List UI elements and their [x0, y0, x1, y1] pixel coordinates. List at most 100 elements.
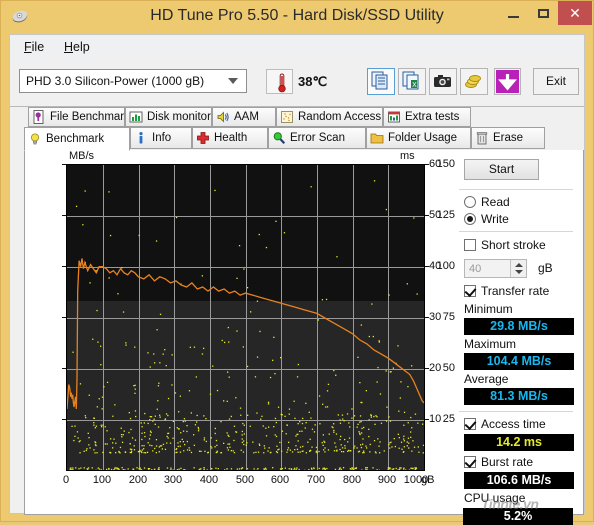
tab-folder-usage[interactable]: Folder Usage	[366, 127, 471, 149]
plot-area	[66, 164, 425, 471]
tab-label: AAM	[234, 111, 259, 123]
transfer-rate-label: Transfer rate	[481, 284, 549, 298]
spinner-down-icon	[515, 270, 523, 274]
burst-rate-value: 106.6 MB/s	[464, 472, 574, 489]
tab-erase[interactable]: Erase	[471, 127, 545, 149]
chevron-down-icon	[228, 78, 238, 84]
app-window: HD Tune Pro 5.50 - Hard Disk/SSD Utility…	[0, 0, 594, 522]
x-tick: 200	[118, 474, 158, 486]
tab-label: Extra tests	[405, 111, 459, 123]
burst-rate-checkbox-indicator	[464, 456, 476, 468]
tab-strip: File Benchmark Disk monitor	[10, 106, 584, 152]
short-stroke-label: Short stroke	[481, 238, 546, 252]
tab-error-scan[interactable]: Error Scan	[268, 127, 366, 149]
camera-icon[interactable]	[429, 68, 457, 95]
checkbox-transfer-rate[interactable]: Transfer rate	[464, 284, 549, 298]
maximum-value: 104.4 MB/s	[464, 353, 574, 370]
maximum-label: Maximum	[464, 337, 516, 351]
short-stroke-value: 40	[469, 263, 481, 275]
menu-bar: File Help	[10, 35, 584, 60]
folder-icon	[370, 131, 384, 145]
access-time-checkbox-indicator	[464, 418, 476, 430]
average-label: Average	[464, 372, 508, 386]
benchmark-chart: MB/s ms 150 125 100 75 50 25 60 50 40	[25, 150, 455, 513]
drive-select-value: PHD 3.0 Silicon-Power (1000 gB)	[26, 74, 204, 88]
burst-rate-label: Burst rate	[481, 455, 533, 469]
access-time-value: 14.2 ms	[464, 434, 574, 451]
short-stroke-spinner[interactable]: 40	[464, 259, 527, 278]
close-button[interactable]: ✕	[558, 1, 592, 25]
x-tick: 500	[225, 474, 265, 486]
radio-write-label: Write	[481, 212, 509, 226]
client-area: File Help PHD 3.0 Silicon-Power (1000 gB…	[9, 34, 585, 514]
y-axis-unit-left: MB/s	[69, 150, 94, 162]
tab-label: Erase	[493, 132, 523, 144]
x-tick: 600	[260, 474, 300, 486]
drive-select[interactable]: PHD 3.0 Silicon-Power (1000 gB)	[19, 69, 247, 93]
tab-label: File Benchmark	[50, 111, 130, 123]
watermark: Tinhte.vn	[481, 496, 538, 512]
random-access-icon	[280, 110, 294, 124]
toolbar: PHD 3.0 Silicon-Power (1000 gB) 38℃	[10, 59, 584, 107]
magnifier-icon	[272, 131, 286, 145]
x-tick: 400	[189, 474, 229, 486]
menu-item-help[interactable]: Help	[58, 39, 96, 55]
extra-tests-icon	[387, 110, 401, 124]
y-axis-unit-right: ms	[400, 150, 415, 162]
tab-label: Benchmark	[46, 133, 104, 145]
tab-info[interactable]: Info	[130, 127, 192, 149]
tab-label: Error Scan	[290, 132, 345, 144]
download-arrow-icon[interactable]	[494, 68, 521, 95]
start-button[interactable]: Start	[464, 159, 539, 180]
tab-disk-monitor[interactable]: Disk monitor	[125, 107, 212, 127]
coins-icon[interactable]	[460, 68, 488, 95]
exit-button[interactable]: Exit	[533, 68, 579, 95]
temperature-indicator	[266, 69, 293, 94]
menu-file-rest: ile	[32, 40, 45, 54]
x-tick: 0	[46, 474, 86, 486]
short-stroke-checkbox-indicator	[464, 239, 476, 251]
tab-extra-tests[interactable]: Extra tests	[383, 107, 471, 127]
copy-icon[interactable]	[367, 68, 395, 95]
minimum-label: Minimum	[464, 302, 513, 316]
lightbulb-icon	[28, 132, 42, 146]
radio-read[interactable]: Read	[464, 195, 510, 209]
speaker-icon	[216, 110, 230, 124]
spinner-buttons[interactable]	[510, 260, 526, 277]
tab-health[interactable]: Health	[192, 127, 268, 149]
radio-write[interactable]: Write	[464, 212, 509, 226]
radio-read-label: Read	[481, 195, 510, 209]
tab-label: Disk monitor	[147, 111, 211, 123]
menu-item-file[interactable]: File	[18, 39, 50, 55]
tab-label: Folder Usage	[388, 132, 457, 144]
thermometer-icon	[277, 73, 283, 91]
info-icon	[134, 131, 148, 145]
x-tick: 300	[153, 474, 193, 486]
title-bar: HD Tune Pro 5.50 - Hard Disk/SSD Utility…	[1, 1, 593, 35]
copy-excel-icon[interactable]: X	[398, 68, 426, 95]
tab-random-access[interactable]: Random Access	[276, 107, 383, 127]
health-cross-icon	[196, 131, 210, 145]
checkbox-short-stroke[interactable]: Short stroke	[464, 238, 546, 252]
trash-icon	[475, 131, 489, 145]
tab-label: Info	[152, 132, 171, 144]
spinner-up-icon	[515, 263, 523, 267]
tab-benchmark[interactable]: Benchmark	[24, 127, 130, 151]
checkbox-access-time[interactable]: Access time	[464, 417, 546, 431]
radio-write-indicator	[464, 213, 476, 225]
x-tick: 100	[82, 474, 122, 486]
tab-label: Health	[214, 132, 247, 144]
x-tick: 800	[332, 474, 372, 486]
disk-monitor-icon	[129, 110, 143, 124]
checkbox-burst-rate[interactable]: Burst rate	[464, 455, 533, 469]
tab-aam[interactable]: AAM	[212, 107, 276, 127]
tab-file-benchmark[interactable]: File Benchmark	[28, 107, 125, 127]
minimize-button[interactable]	[498, 1, 528, 25]
benchmark-options-panel: Start Read Write Short stroke 40	[455, 150, 583, 513]
tab-label: Random Access	[298, 111, 381, 123]
short-stroke-unit: gB	[538, 261, 553, 275]
maximize-button[interactable]	[528, 1, 558, 25]
benchmark-page: MB/s ms 150 125 100 75 50 25 60 50 40	[24, 150, 584, 515]
x-axis-unit: gB	[421, 474, 434, 486]
radio-read-indicator	[464, 196, 476, 208]
